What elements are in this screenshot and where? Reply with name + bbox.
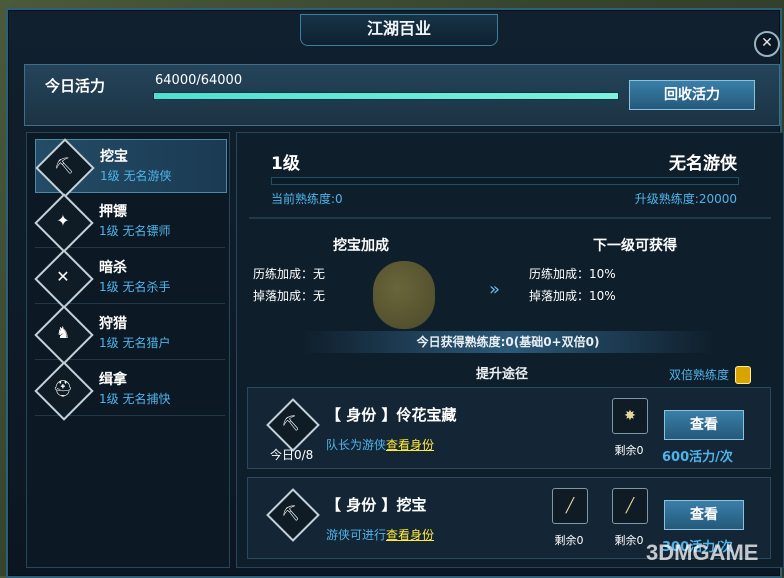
level-label: 1级 [271,154,300,174]
profession-item-assassin[interactable]: ✕ 暗杀 1级 无名杀手 [34,249,225,309]
profession-item-escort[interactable]: ✦ 押镖 1级 无名镖师 [34,193,225,253]
method-desc-text: 队长为游侠 [326,438,387,452]
method-desc: 队长为游侠查看身份 [326,436,434,453]
mascot-illustration [373,261,435,329]
bronze-medal-icon[interactable]: ✸ [612,398,648,434]
next-bonus-line: 历练加成：10% [529,267,616,281]
daily-count: 今日0/8 [270,448,314,462]
shovel-icon-glyph: ⛏ [281,504,301,522]
escort-icon-glyph: ✦ [56,211,70,230]
next-bonus-line: 掉落加成：10% [529,289,616,303]
profession-detail-panel: 1级 无名游侠 当前熟练度:0 升级熟练度:20000 挖宝加成 下一级可获得 … [236,132,784,568]
rank-title: 无名游侠 [669,154,737,174]
chisel-tool-icon[interactable]: ╱ [612,488,648,524]
helmet-icon-glyph: ⛑ [52,379,74,398]
profession-subtitle: 1级 无名游侠 [100,169,172,183]
profession-subtitle: 1级 无名杀手 [99,280,171,294]
improve-path-title: 提升途径 [475,367,528,382]
profession-subtitle: 1级 无名捕快 [99,392,171,406]
vitality-label: 今日活力 [45,77,106,95]
crossed-swords-icon-glyph: ✕ [56,267,70,286]
today-exp-banner: 今日获得熟练度:0(基础0+双倍0) [301,331,715,353]
close-button[interactable]: ✕ [754,31,780,57]
double-chevron-right-icon: » [489,279,501,300]
method-desc-text: 游侠可进行 [326,528,387,542]
profession-subtitle: 1级 无名镖师 [99,224,171,238]
profession-name: 押镖 [99,204,127,220]
bonus-title: 挖宝加成 [333,238,389,254]
next-level-exp: 升级熟练度:20000 [634,192,737,206]
profession-name: 狩猎 [99,316,127,332]
method-card: ⛏ 今日0/8 【 身份 】伶花宝藏 队长为游侠查看身份 ✸ 剩余0 查看 60… [247,387,771,469]
current-exp: 当前熟练度:0 [271,192,343,206]
profession-item-hunter[interactable]: ♞ 狩猎 1级 无名猎户 [34,305,225,365]
profession-name: 挖宝 [100,149,128,165]
profession-name: 缉拿 [99,372,127,388]
chisel-tool-icon[interactable]: ╱ [552,488,588,524]
vitality-bar: 今日活力 64000/64000 回收活力 [24,64,780,126]
view-button[interactable]: 查看 [664,500,744,530]
item-remaining: 剩余0 [614,534,644,547]
method-title: 【 身份 】挖宝 [326,496,427,514]
section-divider [249,217,771,219]
view-identity-link[interactable]: 查看身份 [386,438,434,452]
profession-list: ⛏ 挖宝 1级 无名游侠 ✦ 押镖 1级 无名镖师 ✕ 暗杀 1级 无名杀手 ♞… [26,132,230,568]
profession-subtitle: 1级 无名猎户 [99,336,171,350]
shovel-icon-glyph: ⛏ [281,414,301,432]
window-frame: 江湖百业 ✕ 今日活力 64000/64000 回收活力 ⛏ 挖宝 1级 无名游… [6,8,784,578]
item-remaining: 剩余0 [554,534,584,547]
next-bonus-title: 下一级可获得 [593,238,677,254]
method-title: 【 身份 】伶花宝藏 [326,406,457,424]
profession-item-treasure[interactable]: ⛏ 挖宝 1级 无名游侠 [35,138,227,198]
vitality-progress-fill [154,93,618,99]
vitality-cost: 600活力/次 [662,450,733,465]
bonus-line: 掉落加成：无 [253,289,326,303]
shovel-icon-glyph: ⛏ [53,156,75,175]
watermark: 3DMGAME [646,540,759,565]
profession-item-constable[interactable]: ⛑ 缉拿 1级 无名捕快 [34,361,225,421]
vitality-value: 64000/64000 [155,73,243,88]
view-button[interactable]: 查看 [664,410,744,440]
vitality-progress-track [153,92,619,100]
profession-name: 暗杀 [99,260,127,276]
view-identity-link[interactable]: 查看身份 [386,528,434,542]
method-desc: 游侠可进行查看身份 [326,526,434,543]
bonus-line: 历练加成：无 [253,267,326,281]
deer-icon-glyph: ♞ [55,323,71,342]
double-exp-label: 双倍熟练度 [668,368,729,382]
exp-progress-track [271,177,739,185]
item-remaining: 剩余0 [614,444,644,457]
recover-vitality-button[interactable]: 回收活力 [629,80,755,110]
window-title: 江湖百业 [300,14,498,46]
double-exp-item-icon[interactable] [735,366,751,384]
